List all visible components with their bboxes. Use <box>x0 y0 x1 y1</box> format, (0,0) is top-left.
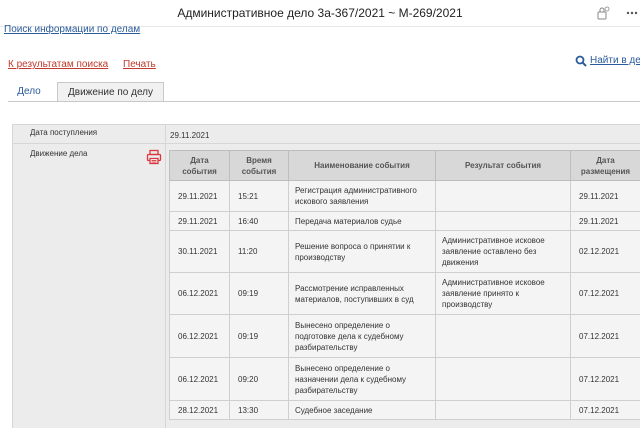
header-event-date: Дата события <box>169 150 230 181</box>
window-titlebar: Административное дело 3а-367/2021 ~ М-26… <box>0 0 640 27</box>
event-result <box>435 400 571 420</box>
event-time: 13:30 <box>229 400 289 420</box>
event-time: 09:20 <box>229 357 289 401</box>
header-event-time: Время события <box>229 150 289 181</box>
event-time: 15:21 <box>229 180 289 212</box>
receipt-row <box>12 124 640 144</box>
event-date: 30.11.2021 <box>169 230 230 273</box>
back-to-results-link[interactable]: К результатам поиска <box>8 59 108 70</box>
event-result: Административное исковое заявление приня… <box>435 272 571 315</box>
published-date: 29.11.2021 <box>570 180 640 212</box>
published-date: 07.12.2021 <box>570 272 640 315</box>
event-name: Передача материалов судье <box>288 211 436 231</box>
receipt-date-label: Дата поступления <box>30 128 98 137</box>
more-options-icon[interactable] <box>624 4 640 20</box>
event-date: 29.11.2021 <box>169 211 230 231</box>
event-name: Судебное заседание <box>288 400 436 420</box>
event-name: Рассмотрение исправленных материалов, по… <box>288 272 436 315</box>
table-row: 06.12.2021 09:20 Вынесено определение о … <box>169 357 640 401</box>
table-row: 06.12.2021 09:19 Рассмотрение исправленн… <box>169 272 640 315</box>
table-row: 30.11.2021 11:20 Решение вопроса о приня… <box>169 230 640 273</box>
event-date: 06.12.2021 <box>169 314 230 358</box>
event-result <box>435 314 571 358</box>
event-date: 06.12.2021 <box>169 272 230 315</box>
printer-icon[interactable] <box>146 149 162 165</box>
event-date: 06.12.2021 <box>169 357 230 401</box>
header-published-date: Дата размещения <box>570 150 640 181</box>
table-header-row: Дата события Время события Наименование … <box>169 150 640 181</box>
event-result <box>435 211 571 231</box>
event-name: Вынесено определение о назначении дела к… <box>288 357 436 401</box>
event-date: 29.11.2021 <box>169 180 230 212</box>
table-row: 28.12.2021 13:30 Судебное заседание 07.1… <box>169 400 640 420</box>
event-name: Регистрация административного искового з… <box>288 180 436 212</box>
event-result <box>435 180 571 212</box>
column-divider <box>165 124 166 428</box>
event-name: Вынесено определение о подготовке дела к… <box>288 314 436 358</box>
find-in-case[interactable]: Найти в деле <box>575 55 640 69</box>
event-time: 09:19 <box>229 314 289 358</box>
receipt-date-value: 29.11.2021 <box>170 131 210 140</box>
window-title: Административное дело 3а-367/2021 ~ М-26… <box>177 6 463 20</box>
print-link[interactable]: Печать <box>123 59 156 70</box>
tab-case[interactable]: Дело <box>8 82 50 102</box>
search-cases-link[interactable]: Поиск информации по делам <box>4 24 140 35</box>
tabs-divider <box>8 101 640 102</box>
published-date: 29.11.2021 <box>570 211 640 231</box>
event-time: 09:19 <box>229 272 289 315</box>
event-date: 28.12.2021 <box>169 400 230 420</box>
event-result <box>435 357 571 401</box>
find-in-case-link[interactable]: Найти в деле <box>590 55 640 66</box>
event-time: 11:20 <box>229 230 289 273</box>
lock-icon[interactable] <box>596 6 610 20</box>
table-row: 29.11.2021 16:40 Передача материалов суд… <box>169 211 640 231</box>
published-date: 07.12.2021 <box>570 357 640 401</box>
event-name: Решение вопроса о принятии к производств… <box>288 230 436 273</box>
table-row: 06.12.2021 09:19 Вынесено определение о … <box>169 314 640 358</box>
published-date: 07.12.2021 <box>570 314 640 358</box>
header-event-name: Наименование события <box>288 150 436 181</box>
event-time: 16:40 <box>229 211 289 231</box>
events-table: Дата события Время события Наименование … <box>169 150 640 420</box>
published-date: 02.12.2021 <box>570 230 640 273</box>
table-row: 29.11.2021 15:21 Регистрация администрат… <box>169 180 640 212</box>
tab-case-movement[interactable]: Движение по делу <box>57 82 164 102</box>
case-movement-label: Движение дела <box>30 149 88 158</box>
event-result: Административное исковое заявление остав… <box>435 230 571 273</box>
published-date: 07.12.2021 <box>570 400 640 420</box>
magnifier-icon <box>575 55 587 67</box>
header-event-result: Результат события <box>435 150 571 181</box>
